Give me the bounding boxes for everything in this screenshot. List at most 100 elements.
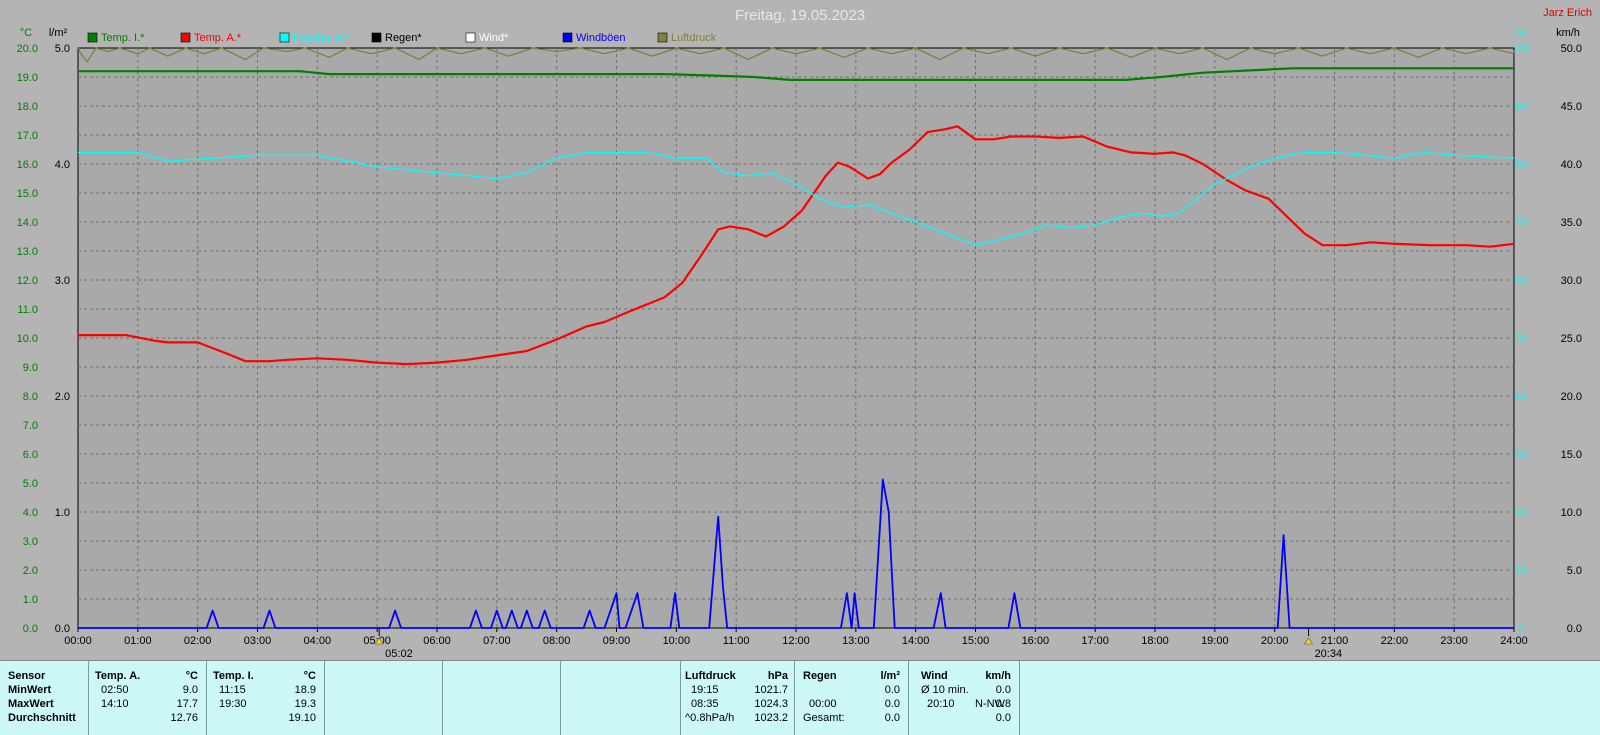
y-tick-temp: 18.0 bbox=[17, 101, 38, 113]
y-tick-temp: 15.0 bbox=[17, 188, 38, 200]
y-tick-wind: 25.0 bbox=[1561, 333, 1582, 345]
rain-total: 0.0 bbox=[884, 712, 900, 724]
legend-swatch bbox=[657, 32, 668, 43]
y-tick-temp: 2.0 bbox=[23, 565, 38, 577]
author-credit: Jarz Erich bbox=[1543, 7, 1592, 19]
sunset-marker-icon bbox=[1304, 637, 1314, 645]
y-tick-humidity: 100 bbox=[1512, 43, 1530, 55]
pressure-max-time: 08:35 bbox=[691, 698, 719, 710]
x-tick-label: 10:00 bbox=[663, 635, 691, 647]
y-tick-wind: 40.0 bbox=[1561, 159, 1582, 171]
x-tick-label: 07:00 bbox=[483, 635, 511, 647]
y-tick-humidity: 50 bbox=[1515, 333, 1527, 345]
y-tick-humidity: 0 bbox=[1518, 623, 1524, 635]
rain-min: 0.0 bbox=[884, 684, 900, 696]
y-tick-wind: 45.0 bbox=[1561, 101, 1582, 113]
legend-label: Temp. I.* bbox=[101, 32, 145, 44]
wind-third: 0.0 bbox=[995, 712, 1011, 724]
unit-wind: km/h bbox=[1556, 27, 1580, 39]
x-tick-label: 02:00 bbox=[184, 635, 212, 647]
pressure-header: Luftdruck bbox=[685, 670, 736, 682]
temp-a-max-time: 14:10 bbox=[101, 698, 129, 710]
y-tick-temp: 19.0 bbox=[17, 72, 38, 84]
x-tick-label: 15:00 bbox=[962, 635, 990, 647]
y-tick-humidity: 40 bbox=[1515, 391, 1527, 403]
y-tick-humidity: 70 bbox=[1515, 217, 1527, 229]
pressure-min-time: 19:15 bbox=[691, 684, 719, 696]
legend-label: Temp. A.* bbox=[194, 32, 242, 44]
x-tick-label: 12:00 bbox=[782, 635, 810, 647]
legend-swatch bbox=[371, 32, 382, 43]
y-tick-temp: 12.0 bbox=[17, 275, 38, 287]
stats-col-temp-a: Temp. A. °C 02:50 9.0 14:10 17.7 12.76 bbox=[88, 661, 206, 735]
y-tick-temp: 8.0 bbox=[23, 391, 38, 403]
x-tick-label: 16:00 bbox=[1022, 635, 1050, 647]
temp-i-unit: °C bbox=[303, 670, 316, 682]
wind-unit: km/h bbox=[985, 670, 1011, 682]
row-label-min: MinWert bbox=[8, 684, 52, 696]
y-tick-temp: 1.0 bbox=[23, 594, 38, 606]
x-tick-label: 23:00 bbox=[1440, 635, 1468, 647]
temp-i-avg: 19.10 bbox=[288, 712, 316, 724]
x-tick-label: 17:00 bbox=[1081, 635, 1109, 647]
x-tick-label: 13:00 bbox=[842, 635, 870, 647]
x-tick-label: 08:00 bbox=[543, 635, 571, 647]
legend-swatch bbox=[279, 32, 290, 43]
temp-a-unit: °C bbox=[185, 670, 198, 682]
legend-label: Windböen bbox=[576, 32, 626, 44]
y-tick-rain: 3.0 bbox=[55, 275, 70, 287]
temp-a-max: 17.7 bbox=[176, 698, 198, 710]
x-tick-label: 18:00 bbox=[1141, 635, 1169, 647]
pressure-unit: hPa bbox=[767, 670, 788, 682]
unit-rain: l/m² bbox=[49, 27, 68, 39]
x-tick-label: 06:00 bbox=[423, 635, 451, 647]
y-tick-temp: 6.0 bbox=[23, 449, 38, 461]
stats-col-temp-i: Temp. I. °C 11:15 18.9 19:30 19.3 19.10 bbox=[206, 661, 324, 735]
y-tick-temp: 3.0 bbox=[23, 536, 38, 548]
y-tick-humidity: 10 bbox=[1515, 565, 1527, 577]
weather-chart: Freitag, 19.05.2023 Jarz Erich °C l/m² %… bbox=[17, 7, 1592, 660]
y-tick-wind: 5.0 bbox=[1567, 565, 1582, 577]
stats-col-rain: Regen l/m² 0.0 00:00 0.0 Gesamt: 0.0 bbox=[794, 661, 908, 735]
chart-title: Freitag, 19.05.2023 bbox=[735, 7, 865, 24]
y-tick-temp: 7.0 bbox=[23, 420, 38, 432]
row-label-max: MaxWert bbox=[8, 698, 54, 710]
x-tick-label: 24:00 bbox=[1500, 635, 1528, 647]
temp-a-avg: 12.76 bbox=[170, 712, 198, 724]
unit-humidity: % bbox=[1516, 27, 1526, 39]
legend-swatch bbox=[180, 32, 191, 43]
legend-swatch bbox=[87, 32, 98, 43]
y-tick-wind: 20.0 bbox=[1561, 391, 1582, 403]
temp-a-header: Temp. A. bbox=[95, 670, 141, 682]
y-tick-rain: 4.0 bbox=[55, 159, 70, 171]
y-tick-wind: 30.0 bbox=[1561, 275, 1582, 287]
y-tick-temp: 17.0 bbox=[17, 130, 38, 142]
sunrise-marker-time: 05:02 bbox=[385, 648, 413, 660]
x-tick-label: 04:00 bbox=[304, 635, 332, 647]
legend-label: Luftdruck bbox=[671, 32, 717, 44]
temp-a-min-time: 02:50 bbox=[101, 684, 129, 696]
wind-max: 0.8 bbox=[995, 698, 1011, 710]
x-tick-label: 21:00 bbox=[1321, 635, 1349, 647]
row-label-avg: Durchschnitt bbox=[8, 712, 76, 724]
y-tick-humidity: 60 bbox=[1515, 275, 1527, 287]
rain-unit: l/m² bbox=[880, 670, 900, 682]
x-tick-label: 11:00 bbox=[723, 635, 750, 647]
stats-col-sensor: Sensor MinWert MaxWert Durchschnitt bbox=[0, 661, 88, 735]
rain-max-time: 00:00 bbox=[809, 698, 837, 710]
temp-a-min: 9.0 bbox=[182, 684, 198, 696]
y-tick-temp: 13.0 bbox=[17, 246, 38, 258]
stats-table: Sensor MinWert MaxWert Durchschnitt Temp… bbox=[0, 660, 1600, 735]
legend-swatch bbox=[562, 32, 573, 43]
x-tick-label: 19:00 bbox=[1201, 635, 1229, 647]
wind-avg-label: Ø 10 min. bbox=[921, 684, 969, 696]
x-tick-label: 03:00 bbox=[244, 635, 272, 647]
legend-label: Feuchte A.* bbox=[293, 32, 351, 44]
y-tick-humidity: 30 bbox=[1515, 449, 1527, 461]
y-tick-temp: 14.0 bbox=[17, 217, 38, 229]
wind-header: Wind bbox=[921, 670, 948, 682]
y-tick-temp: 16.0 bbox=[17, 159, 38, 171]
y-tick-rain: 2.0 bbox=[55, 391, 70, 403]
x-tick-label: 01:00 bbox=[124, 635, 152, 647]
temp-i-max: 19.3 bbox=[294, 698, 316, 710]
